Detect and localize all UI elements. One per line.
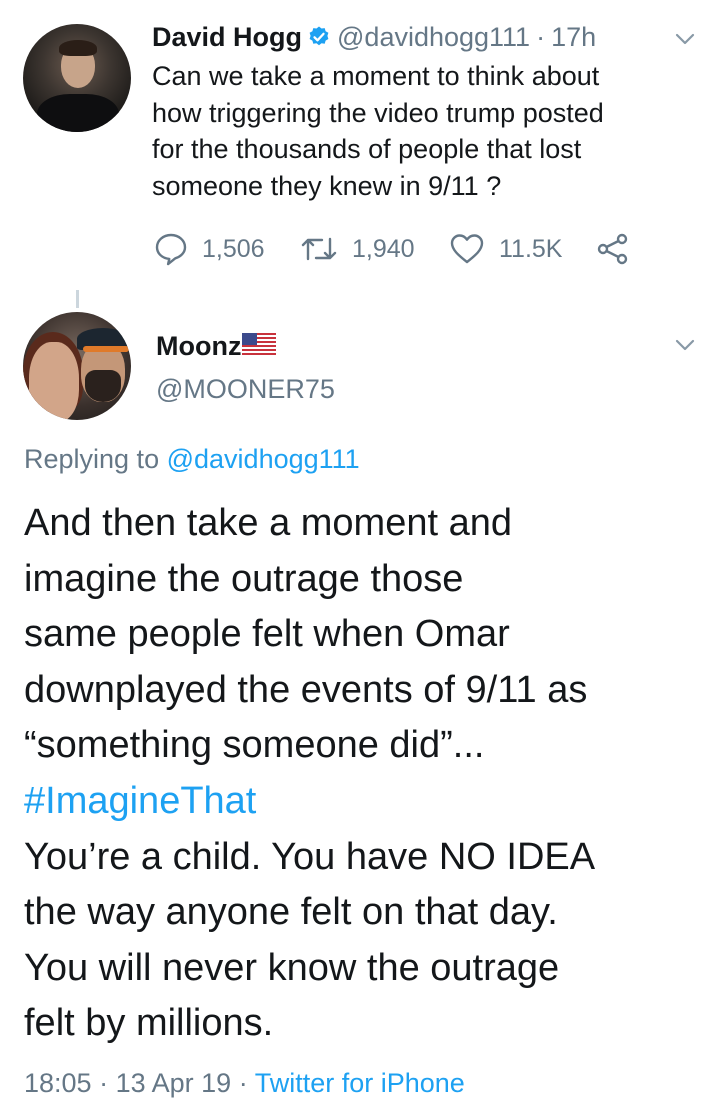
avatar-shirt (37, 94, 119, 132)
tweet-text-line: Can we take a moment to think about (152, 61, 600, 91)
reply-count: 1,506 (202, 234, 265, 263)
like-icon (450, 234, 484, 264)
parent-tweet-header: David Hogg @davidhogg111 · 17h (152, 18, 596, 56)
retweet-button[interactable]: 1,940 (300, 226, 415, 272)
reply-tweet-text: And then take a moment and imagine the o… (24, 496, 704, 1052)
reply-header: Moonz (156, 326, 277, 366)
verified-badge-icon (309, 26, 329, 46)
meta-separator: · (99, 1068, 109, 1098)
tweet-date: 13 Apr 19 (115, 1068, 232, 1098)
avatar-moonz[interactable] (23, 312, 131, 420)
tweet-text-line: You will never know the outrage (24, 946, 560, 989)
reply-button[interactable]: 1,506 (154, 226, 265, 272)
chevron-down-icon[interactable] (674, 28, 696, 50)
retweet-count: 1,940 (352, 234, 415, 263)
author-name[interactable]: Moonz (156, 331, 241, 362)
tweet-text-line: for the thousands of people that lost (152, 134, 582, 164)
replying-to-label: Replying to (24, 444, 160, 474)
avatar-person-beard (85, 370, 121, 402)
author-name[interactable]: David Hogg (152, 22, 302, 53)
tweet-text-line: felt by millions. (24, 1002, 274, 1045)
thread-connector (76, 290, 79, 308)
tweet-text-line: the way anyone felt on that day. (24, 891, 558, 934)
tweet-text-line: someone they knew in 9/11 ? (152, 170, 502, 201)
parent-tweet-text: Can we take a moment to think about how … (152, 58, 692, 204)
chevron-down-icon[interactable] (674, 334, 696, 356)
tweet-text-line: same people felt when Omar (24, 613, 510, 656)
hashtag-link[interactable]: #ImagineThat (24, 774, 704, 830)
tweet-time: 18:05 (24, 1068, 92, 1098)
us-flag-icon (242, 333, 277, 355)
like-count: 11.5K (499, 234, 563, 263)
tweet-text-line: downplayed the events of 9/11 as (24, 668, 588, 711)
avatar-david-hogg[interactable] (23, 24, 131, 132)
author-handle[interactable]: @davidhogg111 (337, 22, 530, 53)
replying-to-mention[interactable]: @davidhogg111 (167, 444, 360, 474)
tweet-metadata: 18:05 · 13 Apr 19 · Twitter for iPhone (24, 1068, 465, 1099)
tweet-text-line: You’re a child. You have NO IDEA (24, 835, 596, 878)
share-button[interactable] (596, 226, 644, 272)
author-handle[interactable]: @MOONER75 (156, 374, 335, 405)
replying-to: Replying to @davidhogg111 (24, 444, 360, 475)
avatar-cap-brim (83, 346, 129, 352)
tweet-text-line: imagine the outrage those (24, 557, 464, 600)
tweet-time[interactable]: 17h (551, 22, 596, 53)
share-icon (597, 233, 628, 265)
like-button[interactable]: 11.5K (449, 226, 562, 272)
tweet-source-link[interactable]: Twitter for iPhone (255, 1068, 465, 1098)
tweet-text-line: how triggering the video trump posted (152, 97, 604, 128)
time-separator: · (536, 21, 546, 52)
meta-separator: · (238, 1068, 248, 1098)
retweet-icon (301, 237, 337, 261)
reply-icon (155, 233, 187, 266)
tweet-text-line: “something someone did”... (24, 724, 485, 767)
avatar-person-face (29, 342, 79, 420)
avatar-hair (59, 40, 97, 56)
tweet-text-line: And then take a moment and (24, 502, 512, 544)
